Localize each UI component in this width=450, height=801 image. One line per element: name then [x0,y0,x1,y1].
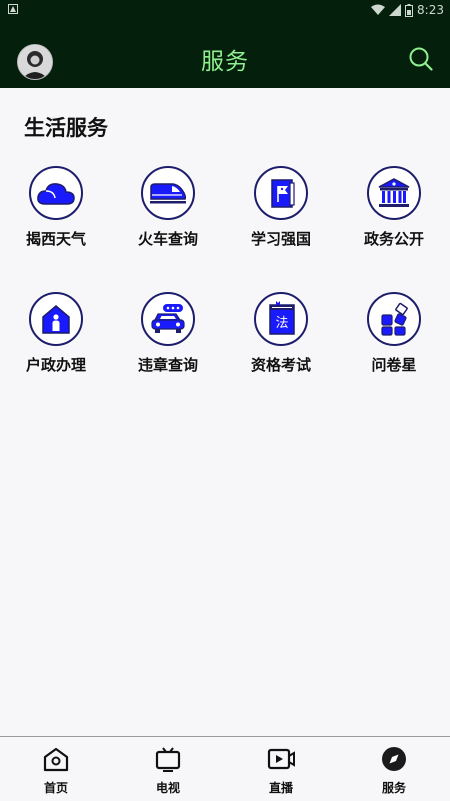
svg-text:法: 法 [275,316,288,331]
wifi-icon [371,4,386,15]
search-icon [409,47,433,71]
service-label: 资格考试 [250,356,311,374]
service-exam-icon-circle: 法 [254,292,308,346]
car-icon [151,304,185,333]
nav-services[interactable]: 服务 [338,745,450,796]
notification-icon [8,4,18,14]
cloud-icon [37,183,75,205]
service-household[interactable]: 户政办理 [0,292,112,375]
blocks-icon [381,302,408,336]
service-weather[interactable]: 揭西天气 [0,166,112,249]
nav-home[interactable]: 首页 [0,745,112,796]
book-flag-icon [271,179,295,208]
services-row-1: 揭西天气 火车查询 学习强国 政务公开 [0,166,450,292]
government-building-icon [378,178,410,207]
status-time: 8:23 [417,3,444,17]
services-row-2: 户政办理 违章查询 法 资格考试 问卷星 [0,292,450,418]
service-label: 户政办理 [25,356,86,374]
service-train[interactable]: 火车查询 [112,166,224,249]
nav-label: 直播 [268,781,293,795]
service-weather-icon-circle [29,166,83,220]
service-train-icon-circle [141,166,195,220]
service-violation[interactable]: 违章查询 [112,292,224,375]
nav-label: 服务 [381,781,406,795]
bottom-nav: 首页 电视 直播 服务 [0,736,450,801]
service-survey-icon-circle [367,292,421,346]
service-label: 违章查询 [137,356,198,374]
service-gov-icon-circle [367,166,421,220]
service-label: 火车查询 [137,230,198,248]
service-study[interactable]: 学习强国 [225,166,337,249]
section-title: 生活服务 [24,116,108,140]
service-label: 政务公开 [363,230,424,248]
battery-icon [405,3,414,17]
services-grid: 揭西天气 火车查询 学习强国 政务公开 户政办理 违章查询 法 资格考试 问卷星 [0,166,450,418]
service-violation-icon-circle [141,292,195,346]
service-survey[interactable]: 问卷星 [338,292,450,375]
content-area: 生活服务 揭西天气 火车查询 学习强国 政务公开 户政办理 违章查询 法 资格考… [0,88,450,736]
video-icon [267,748,295,770]
tv-icon [155,747,181,772]
nav-tv[interactable]: 电视 [112,745,224,796]
house-person-icon [42,305,70,334]
service-label: 揭西天气 [25,230,86,248]
app-header: 服务 [0,20,450,88]
service-study-icon-circle [254,166,308,220]
nav-label: 电视 [155,781,180,795]
service-label: 问卷星 [371,356,417,374]
law-book-icon: 法 [269,301,295,335]
status-bar: 8:23 [0,0,450,20]
service-label: 学习强国 [250,230,311,248]
signal-icon [389,4,402,16]
service-exam[interactable]: 法 资格考试 [225,292,337,375]
page-title: 服务 [201,49,249,75]
nav-live[interactable]: 直播 [225,745,337,796]
search-button[interactable] [408,46,434,72]
nav-label: 首页 [43,781,68,795]
service-household-icon-circle [29,292,83,346]
service-gov[interactable]: 政务公开 [338,166,450,249]
train-icon [150,183,187,204]
compass-icon [382,747,406,771]
home-icon [43,747,69,772]
